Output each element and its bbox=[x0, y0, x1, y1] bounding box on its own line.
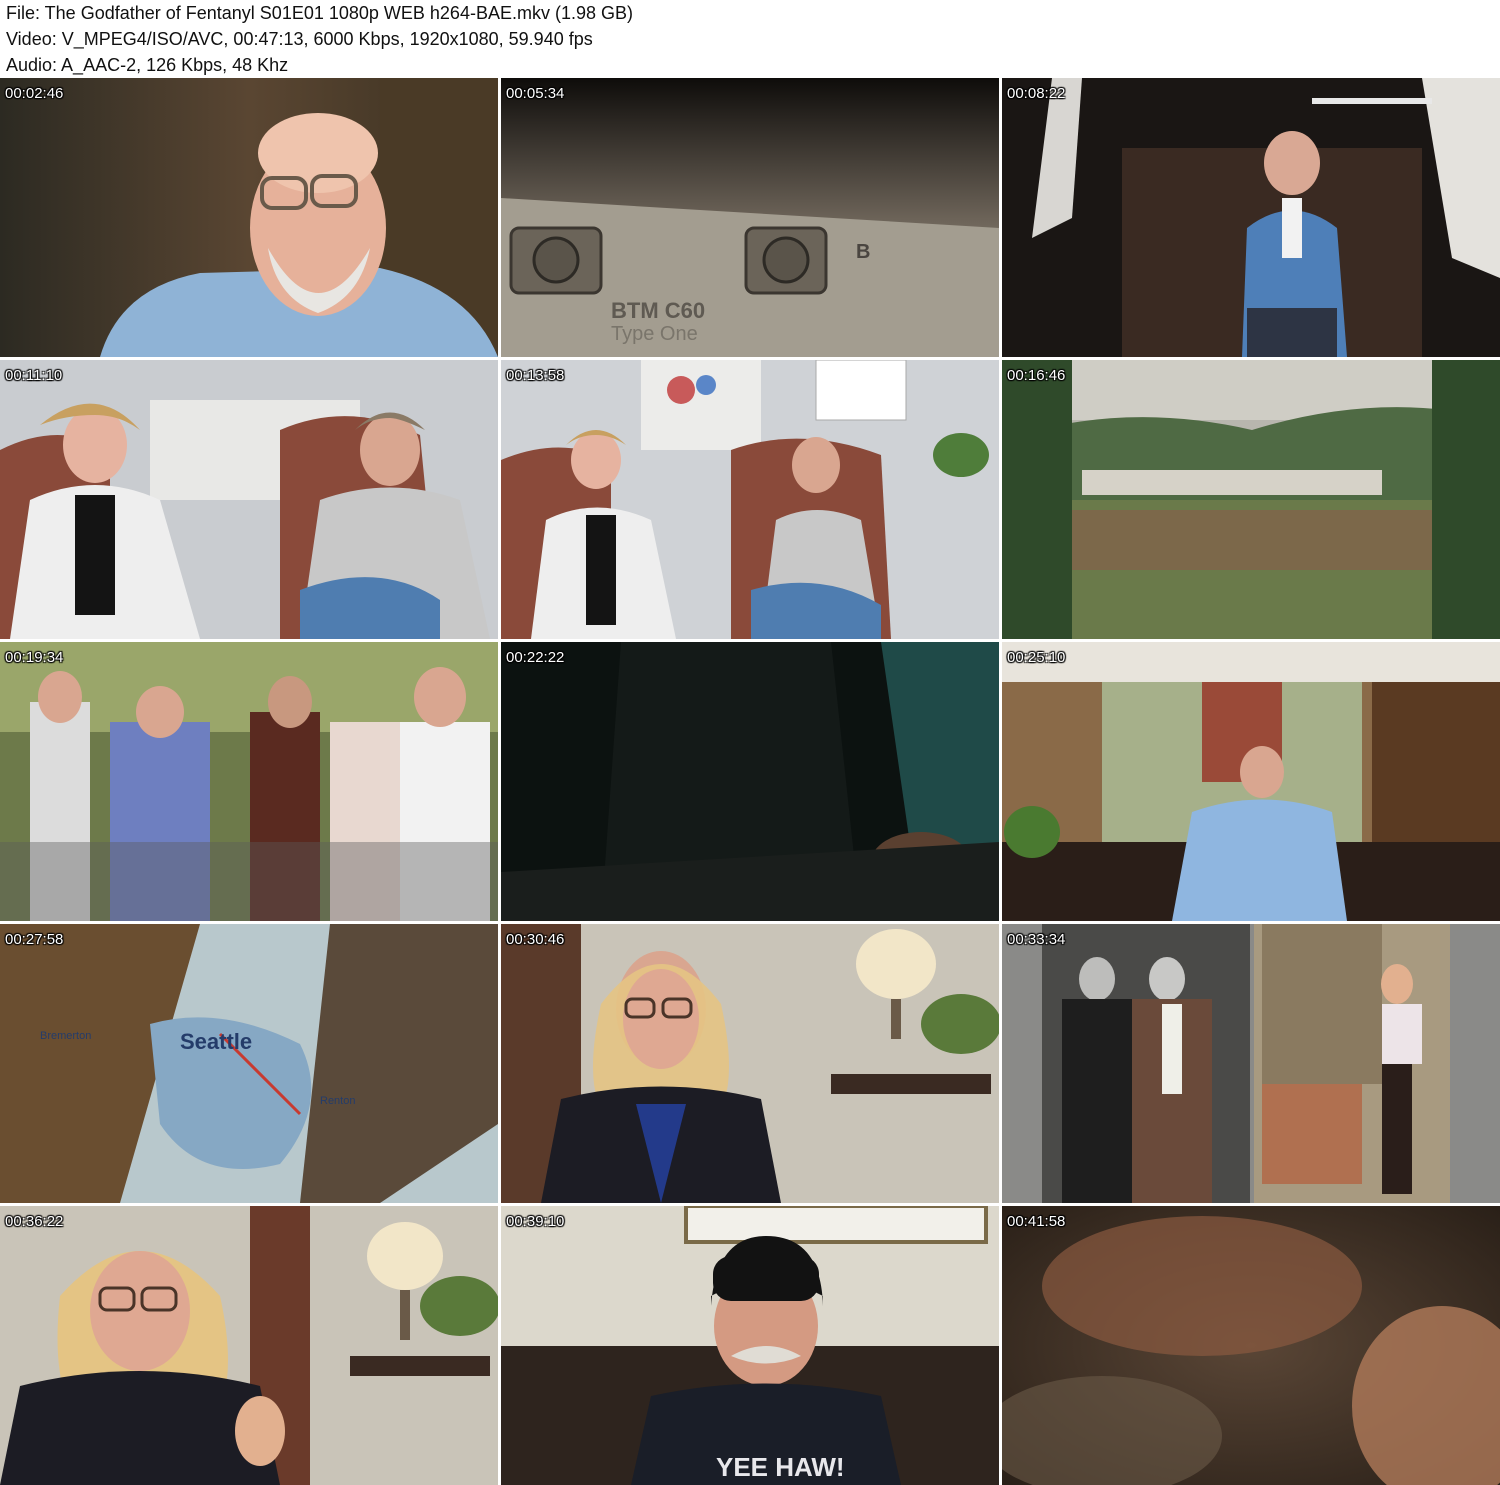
thumbnail-frame[interactable]: 00:11:10 bbox=[0, 360, 498, 639]
audio-info-line: Audio: A_AAC-2, 126 Kbps, 48 Khz bbox=[6, 55, 289, 75]
thumbnail-frame[interactable]: 00:36:22 bbox=[0, 1206, 498, 1485]
timestamp-label: 00:02:46 bbox=[5, 85, 64, 102]
timestamp-label: 00:19:34 bbox=[5, 649, 64, 666]
frame-image bbox=[1002, 642, 1500, 921]
frame-image bbox=[0, 360, 498, 639]
shirt-text: YEE HAW! bbox=[716, 1452, 845, 1482]
map-label-bremerton: Bremerton bbox=[40, 1030, 91, 1042]
timestamp-label: 00:16:46 bbox=[1007, 367, 1066, 384]
timestamp-label: 00:36:22 bbox=[5, 1213, 64, 1230]
thumbnail-frame[interactable]: 00:13:58 bbox=[501, 360, 999, 639]
frame-image: Seattle Bremerton Renton bbox=[0, 924, 498, 1203]
video-info-line: Video: V_MPEG4/ISO/AVC, 00:47:13, 6000 K… bbox=[6, 29, 593, 49]
map-label-renton: Renton bbox=[320, 1095, 355, 1107]
cassette-label-sub: Type One bbox=[611, 323, 698, 345]
thumbnail-frame[interactable]: 00:30:46 bbox=[501, 924, 999, 1203]
timestamp-label: 00:27:58 bbox=[5, 931, 64, 948]
frame-image bbox=[0, 642, 498, 921]
frame-image bbox=[1002, 78, 1500, 357]
timestamp-label: 00:25:10 bbox=[1007, 649, 1066, 666]
thumbnail-frame[interactable]: 00:25:10 bbox=[1002, 642, 1500, 921]
thumbnail-frame[interactable]: YEE HAW! 00:39:10 bbox=[501, 1206, 999, 1485]
timestamp-label: 00:13:58 bbox=[506, 367, 565, 384]
timestamp-label: 00:05:34 bbox=[506, 85, 565, 102]
timestamp-label: 00:41:58 bbox=[1007, 1213, 1066, 1230]
timestamp-label: 00:39:10 bbox=[506, 1213, 565, 1230]
thumbnail-frame[interactable]: 00:22:22 bbox=[501, 642, 999, 921]
frame-image bbox=[0, 78, 498, 357]
timestamp-label: 00:33:34 bbox=[1007, 931, 1066, 948]
frame-image bbox=[501, 360, 999, 639]
thumbnail-frame[interactable]: 00:16:46 bbox=[1002, 360, 1500, 639]
thumbnail-frame[interactable]: Seattle Bremerton Renton 00:27:58 bbox=[0, 924, 498, 1203]
frame-image: YEE HAW! bbox=[501, 1206, 999, 1485]
timestamp-label: 00:22:22 bbox=[506, 649, 565, 666]
frame-image bbox=[501, 924, 999, 1203]
timestamp-label: 00:08:22 bbox=[1007, 85, 1066, 102]
thumbnail-frame[interactable]: 00:19:34 bbox=[0, 642, 498, 921]
frame-image bbox=[1002, 924, 1500, 1203]
file-info-header: File: The Godfather of Fentanyl S01E01 1… bbox=[0, 0, 1500, 78]
frame-image bbox=[501, 642, 999, 921]
cassette-label-text: BTM C60 bbox=[611, 298, 705, 323]
frame-image bbox=[0, 1206, 498, 1485]
timestamp-label: 00:11:10 bbox=[5, 367, 63, 384]
thumbnail-grid: 00:02:46 BTM C60 Type One B 00:05:34 00:… bbox=[0, 78, 1500, 1485]
frame-image bbox=[1002, 360, 1500, 639]
frame-image bbox=[1002, 1206, 1500, 1485]
file-name-line: File: The Godfather of Fentanyl S01E01 1… bbox=[6, 3, 633, 23]
cassette-side-label: B bbox=[856, 241, 870, 263]
frame-image: BTM C60 Type One B bbox=[501, 78, 999, 357]
map-label-seattle: Seattle bbox=[180, 1029, 252, 1054]
thumbnail-frame[interactable]: 00:02:46 bbox=[0, 78, 498, 357]
thumbnail-frame[interactable]: 00:33:34 bbox=[1002, 924, 1500, 1203]
timestamp-label: 00:30:46 bbox=[506, 931, 565, 948]
thumbnail-frame[interactable]: 00:41:58 bbox=[1002, 1206, 1500, 1485]
thumbnail-frame[interactable]: 00:08:22 bbox=[1002, 78, 1500, 357]
thumbnail-frame[interactable]: BTM C60 Type One B 00:05:34 bbox=[501, 78, 999, 357]
